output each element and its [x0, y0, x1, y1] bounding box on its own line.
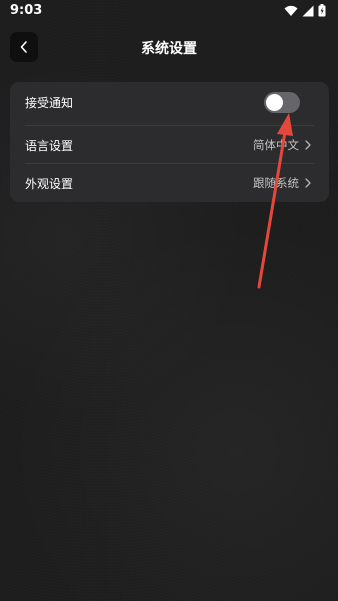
appearance-label: 外观设置: [25, 176, 74, 191]
language-value: 简体中文: [253, 138, 299, 152]
wifi-icon: [284, 5, 298, 16]
language-value-group: 简体中文: [253, 137, 311, 153]
screen-background: 9:03 系统设置 接受通知 语言设置 简体中文 外观设置 跟随系统: [0, 0, 338, 601]
toggle-knob: [266, 93, 283, 111]
battery-icon: [318, 4, 326, 17]
header: 系统设置: [0, 30, 338, 66]
page-title: 系统设置: [141, 41, 197, 57]
notifications-toggle[interactable]: [264, 91, 300, 113]
status-icons: [284, 4, 326, 17]
notifications-label: 接受通知: [25, 95, 74, 110]
language-row[interactable]: 语言设置 简体中文: [10, 125, 329, 165]
status-time: 9:03: [10, 3, 43, 18]
status-bar: 9:03: [0, 0, 338, 24]
appearance-row[interactable]: 外观设置 跟随系统: [10, 163, 329, 203]
appearance-value: 跟随系统: [253, 176, 299, 190]
chevron-right-icon: [305, 178, 311, 188]
settings-card: 接受通知 语言设置 简体中文 外观设置 跟随系统: [10, 82, 329, 202]
notifications-row: 接受通知: [10, 82, 329, 122]
language-label: 语言设置: [25, 138, 74, 153]
appearance-value-group: 跟随系统: [253, 175, 311, 191]
chevron-right-icon: [305, 140, 311, 150]
cellular-signal-icon: [302, 5, 314, 16]
